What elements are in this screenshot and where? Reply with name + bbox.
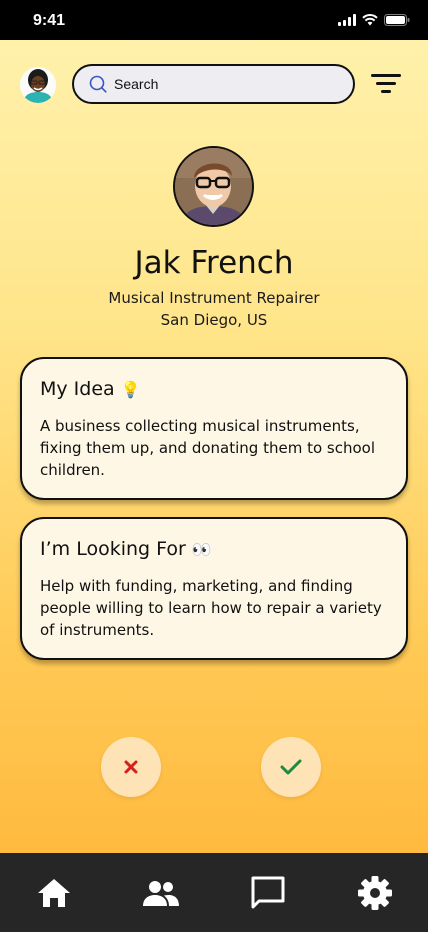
wifi-icon — [362, 14, 378, 26]
idea-card: My Idea 💡 A business collecting musical i… — [20, 357, 408, 500]
reject-button[interactable] — [101, 737, 161, 797]
user-avatar-image — [20, 67, 56, 103]
home-icon — [38, 879, 70, 907]
search-icon — [89, 75, 107, 93]
profile-photo — [173, 146, 254, 227]
tab-home[interactable] — [34, 873, 74, 913]
tab-people[interactable] — [141, 873, 181, 913]
people-icon — [143, 881, 179, 906]
idea-card-title: My Idea 💡 — [40, 378, 141, 400]
chat-icon — [251, 876, 285, 909]
profile-role: Musical Instrument Repairer — [108, 289, 320, 307]
x-icon — [124, 760, 138, 774]
status-time: 9:41 — [33, 12, 66, 29]
cellular-signal-icon — [338, 14, 356, 26]
tab-messages[interactable] — [248, 873, 288, 913]
looking-for-card-body: Help with funding, marketing, and findin… — [40, 577, 382, 639]
search-input[interactable] — [114, 74, 334, 94]
looking-for-card: I’m Looking For 👀 Help with funding, mark… — [20, 517, 408, 660]
search-bar[interactable] — [72, 64, 355, 104]
profile-location: San Diego, US — [160, 311, 268, 329]
status-icons — [338, 14, 410, 26]
checkmark-icon — [280, 759, 302, 775]
eyes-icon: 👀 — [191, 540, 212, 559]
idea-card-body: A business collecting musical instrument… — [40, 417, 375, 479]
user-avatar[interactable] — [20, 67, 56, 103]
main-screen: Jak French Musical Instrument Repairer S… — [0, 40, 428, 853]
looking-for-card-title-text: I’m Looking For — [40, 538, 186, 560]
lightbulb-icon: 💡 — [120, 380, 141, 399]
tab-bar — [0, 853, 428, 932]
tab-settings[interactable] — [355, 873, 395, 913]
status-bar: 9:41 — [0, 0, 428, 40]
looking-for-card-title: I’m Looking For 👀 — [40, 538, 212, 560]
profile-photo-image — [175, 148, 252, 225]
battery-icon — [384, 14, 410, 26]
gear-icon — [358, 876, 392, 910]
filter-icon[interactable] — [370, 70, 402, 96]
accept-button[interactable] — [261, 737, 321, 797]
profile-name: Jak French — [134, 245, 294, 281]
idea-card-title-text: My Idea — [40, 378, 115, 400]
